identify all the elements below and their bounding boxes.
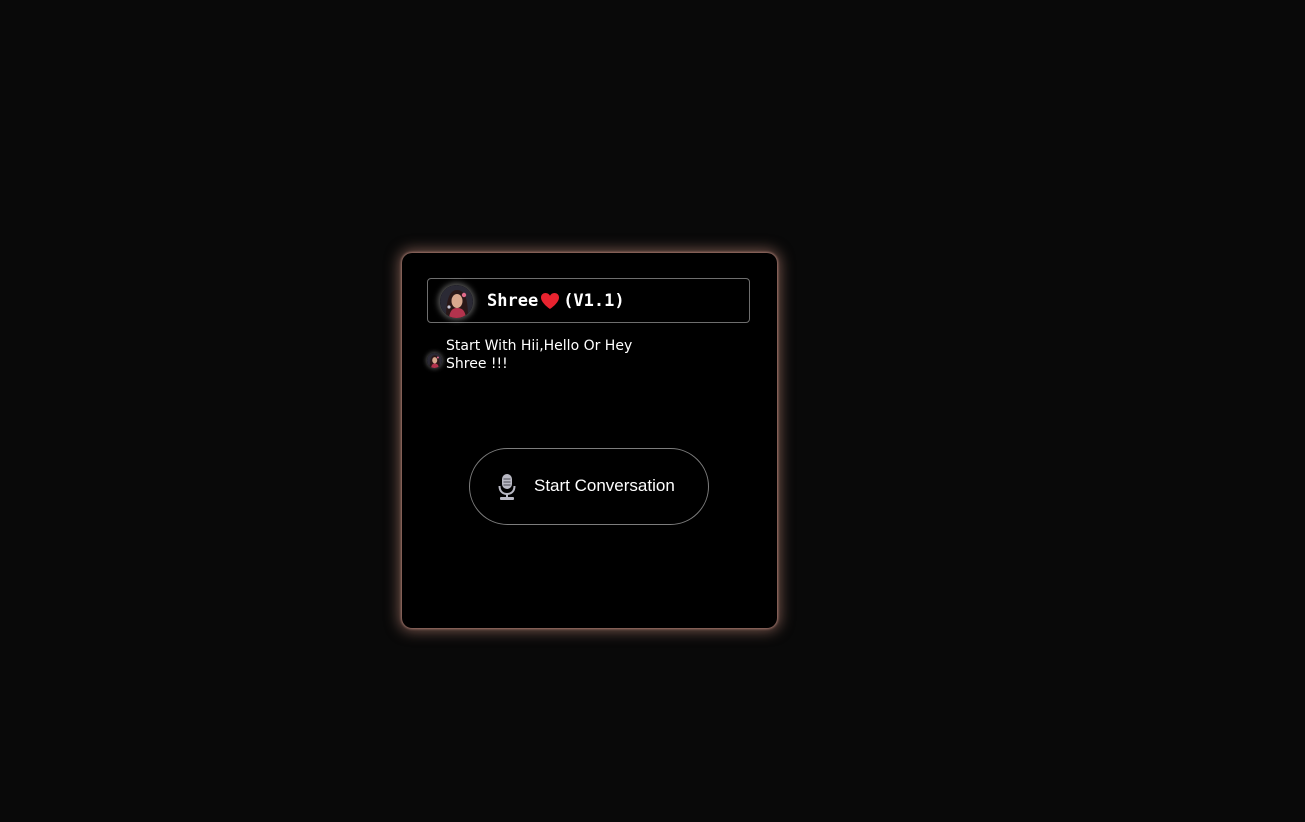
bot-title: Shree (V1.1)	[487, 291, 625, 311]
message-text: Start With Hii,Hello Or Hey Shree !!!	[446, 338, 633, 372]
message-avatar	[427, 353, 442, 368]
bot-name: Shree	[487, 291, 539, 311]
start-conversation-label: Start Conversation	[534, 476, 675, 495]
chat-header: Shree (V1.1)	[427, 278, 750, 323]
chat-card: Shree (V1.1) Start With Hii,Hello Or Hey…	[402, 253, 777, 628]
microphone-icon	[497, 473, 517, 501]
red-heart-icon	[540, 292, 560, 310]
start-conversation-button[interactable]: Start Conversation	[469, 448, 709, 525]
bot-version: (V1.1)	[563, 291, 625, 311]
bot-avatar	[440, 285, 473, 318]
